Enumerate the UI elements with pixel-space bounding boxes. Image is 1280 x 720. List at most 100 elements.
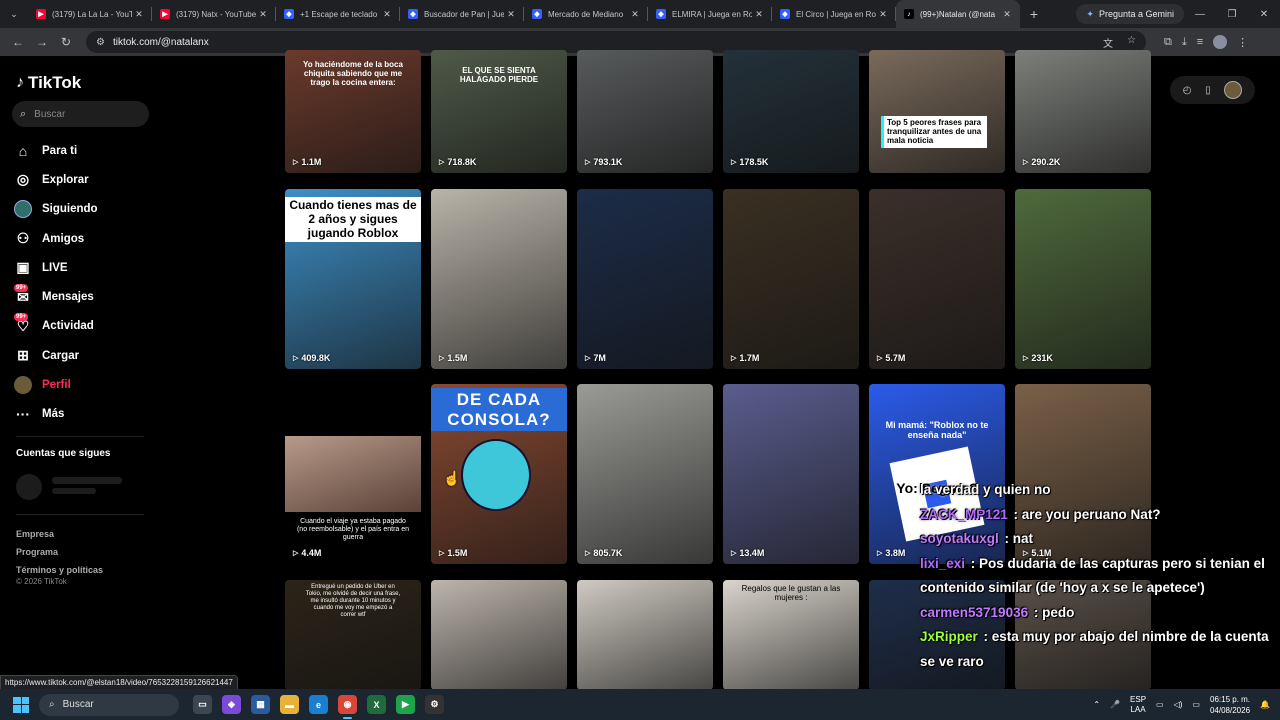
phone-icon[interactable]: ▯ — [1205, 85, 1211, 96]
chat-message: la verdad y quien no — [920, 478, 1280, 503]
sidebar-item-perfil[interactable]: ● Perfil — [14, 370, 160, 399]
forward-icon[interactable]: → — [30, 35, 54, 49]
browser-tab[interactable]: ▶ (3179) La La La - YouT ✕ — [28, 0, 152, 28]
video-card[interactable]: Cuando el viaje ya estaba pagado (no ree… — [285, 384, 421, 564]
extensions-icon[interactable]: ⧉ — [1164, 36, 1172, 49]
windows-taskbar: ⌕ Buscar ▭ ◈ ▦ ▬ e ◉ X ▶ ⚙ ⌃ 🎤 ESP LAA ▭ … — [0, 689, 1280, 720]
microphone-icon[interactable]: 🎤 — [1110, 700, 1120, 709]
minimize-icon[interactable]: — — [1184, 9, 1216, 20]
roblox-icon: ◆ — [532, 9, 542, 19]
clock[interactable]: 06:15 p. m. 04/08/2026 — [1210, 694, 1250, 716]
video-card[interactable] — [431, 580, 567, 690]
video-card[interactable]: Yo haciéndome de la boca chiquita sabien… — [285, 50, 421, 173]
tiktok-logo[interactable]: ♪ TikTok — [16, 73, 81, 93]
sidebar-item-mensajes[interactable]: 99+ ✉ Mensajes — [14, 282, 160, 311]
video-card[interactable]: ▷ 5.7M — [869, 189, 1005, 369]
video-card[interactable]: ▷ 793.1K — [577, 50, 713, 173]
video-card[interactable]: ▷ 1.5M — [431, 189, 567, 369]
video-card[interactable]: ▷ 805.7K — [577, 384, 713, 564]
footer-link[interactable]: Programa — [16, 543, 103, 561]
reload-icon[interactable]: ↻ — [54, 35, 78, 49]
volume-icon[interactable]: ◁) — [1174, 700, 1183, 709]
sidebar-item-actividad[interactable]: 99+ ♡ Actividad — [14, 312, 160, 341]
close-tab-icon[interactable]: ✕ — [380, 9, 394, 20]
video-card[interactable]: Top 5 peores frases para tranquilizar an… — [869, 50, 1005, 173]
close-tab-icon[interactable]: ✕ — [752, 9, 766, 20]
browser-tab[interactable]: ♪ (99+)Natalan (@nata ✕ — [896, 0, 1020, 28]
close-window-icon[interactable]: ✕ — [1248, 9, 1280, 20]
profile-avatar[interactable] — [1213, 35, 1228, 49]
video-card[interactable]: Entregué un pedido de Uber en Tokio, me … — [285, 580, 421, 690]
menu-icon[interactable]: ⋮ — [1237, 36, 1248, 49]
new-tab-button[interactable]: + — [1020, 6, 1048, 22]
roblox-icon: ◆ — [780, 9, 790, 19]
video-card[interactable]: Cuando tienes mas de 2 años y sigues jug… — [285, 189, 421, 369]
tiktok-icon: ♪ — [904, 9, 914, 19]
video-card[interactable]: ▷ 231K — [1015, 189, 1151, 369]
roblox-icon: ◆ — [656, 9, 666, 19]
footer-link[interactable]: Empresa — [16, 525, 103, 543]
tab-title: Buscador de Pan | Jue — [424, 9, 504, 19]
browser-tab[interactable]: ◆ ELMIRA | Juega en Ro ✕ — [648, 0, 772, 28]
browser-tab[interactable]: ◆ Mercado de Mediano ✕ — [524, 0, 648, 28]
streaming-app-icon[interactable]: ▶ — [396, 695, 415, 714]
battery-icon[interactable]: ▭ — [1192, 700, 1200, 709]
sidebar-item-más[interactable]: ··· Más — [14, 400, 160, 429]
tv-icon[interactable]: ◴ — [1183, 85, 1192, 96]
sidebar-item-siguiendo[interactable]: ● Siguiendo — [14, 195, 160, 224]
compass-icon: ◎ — [16, 171, 30, 188]
search-icon: ⌕ — [49, 699, 55, 710]
notification-icon[interactable]: 🔔 — [1260, 700, 1270, 709]
video-card[interactable]: ▷ 13.4M — [723, 384, 859, 564]
store-icon[interactable]: ▦ — [251, 695, 270, 714]
youtube-icon: ▶ — [160, 9, 170, 19]
task-view-icon[interactable]: ▭ — [193, 695, 212, 714]
search-input[interactable]: ⌕ Buscar — [12, 101, 149, 127]
edge-icon[interactable]: e — [309, 695, 328, 714]
downloads-icon[interactable]: ⤓ — [1182, 36, 1187, 49]
close-tab-icon[interactable]: ✕ — [256, 9, 270, 20]
close-tab-icon[interactable]: ✕ — [1000, 9, 1014, 20]
file-explorer-icon[interactable]: ▬ — [280, 695, 299, 714]
close-tab-icon[interactable]: ✕ — [132, 9, 146, 20]
chevron-up-icon[interactable]: ⌃ — [1093, 700, 1100, 709]
video-card[interactable]: EL QUE SE SIENTA HALAGADO PIERDE ▷ 718.8K — [431, 50, 567, 173]
video-card[interactable]: Regalos que le gustan a las mujeres : — [723, 580, 859, 690]
user-avatar[interactable] — [1224, 81, 1243, 99]
excel-icon[interactable]: X — [367, 695, 386, 714]
close-tab-icon[interactable]: ✕ — [504, 9, 518, 20]
maximize-icon[interactable]: ❐ — [1216, 9, 1248, 20]
video-card[interactable]: ▷ 7M — [577, 189, 713, 369]
input-language[interactable]: ESP LAA — [1130, 695, 1146, 715]
sidebar-item-amigos[interactable]: ⚇ Amigos — [14, 224, 160, 253]
tab-search-icon[interactable]: ⌄ — [0, 0, 28, 28]
video-card[interactable]: ▷ 178.5K — [723, 50, 859, 173]
gemini-button[interactable]: ✦ Pregunta a Gemini — [1076, 4, 1184, 24]
network-icon[interactable]: ▭ — [1156, 700, 1164, 709]
close-tab-icon[interactable]: ✕ — [876, 9, 890, 20]
browser-tab[interactable]: ◆ El Circo | Juega en Ro ✕ — [772, 0, 896, 28]
back-icon[interactable]: ← — [6, 35, 30, 49]
browser-tab[interactable]: ▶ (3179) Natx - YouTube ✕ — [152, 0, 276, 28]
friends-icon: ⚇ — [16, 230, 30, 247]
video-card[interactable]: ▷ 1.7M — [723, 189, 859, 369]
bookmark-star-icon[interactable]: ☆ — [1127, 35, 1136, 50]
taskbar-search[interactable]: ⌕ Buscar — [39, 693, 179, 716]
chrome-icon[interactable]: ◉ — [338, 695, 357, 719]
sidebar-item-explorar[interactable]: ◎ Explorar — [14, 165, 160, 194]
browser-tab[interactable]: ◆ +1 Escape de teclado ✕ — [276, 0, 400, 28]
windows-start-icon[interactable] — [13, 696, 29, 713]
sidebar-item-live[interactable]: ▣ LIVE — [14, 253, 160, 282]
video-card[interactable]: ▷ 290.2K — [1015, 50, 1151, 173]
video-card[interactable] — [577, 580, 713, 690]
translate-icon[interactable]: 文 — [1103, 35, 1113, 50]
sidebar-item-cargar[interactable]: ⊞ Cargar — [14, 341, 160, 370]
browser-tab[interactable]: ◆ Buscador de Pan | Jue ✕ — [400, 0, 524, 28]
site-info-icon[interactable]: ⚙ — [96, 37, 105, 48]
close-tab-icon[interactable]: ✕ — [628, 9, 642, 20]
copilot-icon[interactable]: ◈ — [222, 695, 241, 714]
app-icon[interactable]: ⚙ — [425, 695, 444, 714]
sidebar-item-label: Para ti — [42, 144, 78, 157]
reading-list-icon[interactable]: ≡ — [1197, 36, 1203, 48]
sidebar-item-para-ti[interactable]: ⌂ Para ti — [14, 136, 160, 165]
